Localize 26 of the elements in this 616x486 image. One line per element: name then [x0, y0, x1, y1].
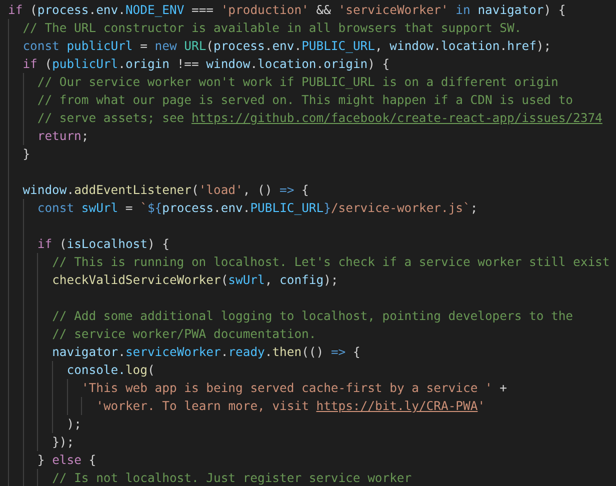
- code-line: // Is not localhost. Just register service worker: [52, 470, 412, 486]
- code-line: // This is running on localhost. Let's check if a service worker still exist: [52, 254, 610, 271]
- code-line: if (process.env.NODE_ENV === 'production' && 'serviceWorker' in navigator) {: [8, 2, 566, 19]
- code-line: checkValidServiceWorker(swUrl, config);: [52, 272, 338, 289]
- link[interactable]: https://github.com/facebook/create-react-app/issues/2374: [191, 111, 602, 125]
- code-line: }: [22, 146, 30, 163]
- code-line: window.addEventListener('load', () => {: [22, 182, 309, 199]
- code-line: // Our service worker won't work if PUBLIC_URL is on a different origin: [37, 74, 558, 91]
- code-line: );: [66, 416, 82, 433]
- code-line: });: [52, 434, 74, 451]
- code-line: // from what our page is served on. This might happen if a CDN is used to: [37, 92, 574, 109]
- code-line: const swUrl = `${process.env.PUBLIC_URL}/service-worker.js`;: [37, 200, 478, 217]
- code-line: return;: [37, 128, 89, 145]
- code-line: // Add some additional logging to localhost, pointing developers to the: [52, 308, 574, 325]
- code-line: // service worker/PWA documentation.: [52, 326, 316, 343]
- code-line: if (publicUrl.origin !== window.location.origin) {: [22, 56, 390, 73]
- code-line: if (isLocalhost) {: [37, 236, 170, 253]
- code-line: console.log(: [66, 362, 155, 379]
- code-line: } else {: [37, 452, 96, 469]
- link[interactable]: https://bit.ly/CRA-PWA: [316, 399, 478, 413]
- code-line: // serve assets; see https://github.com/facebook/create-react-app/issues/2374: [37, 110, 602, 127]
- code-line: const publicUrl = new URL(process.env.PUBLIC_URL, window.location.href);: [22, 38, 552, 55]
- code-line: // The URL constructor is available in all browsers that support SW.: [22, 20, 522, 37]
- code-line: 'worker. To learn more, visit https://bit.ly/CRA-PWA': [96, 398, 486, 415]
- code-line: 'This web app is being served cache-first by a service ' +: [81, 380, 508, 397]
- code-line: navigator.serviceWorker.ready.then(() => {: [52, 344, 360, 361]
